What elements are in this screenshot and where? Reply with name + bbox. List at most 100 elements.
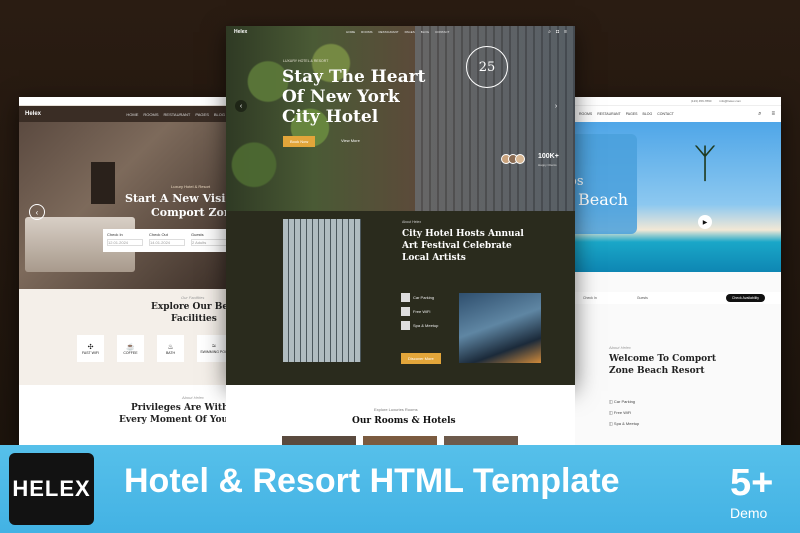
left-checkout-value: 14.01.2024 (149, 239, 185, 246)
left-facilities-small: Our Facilities (181, 295, 205, 300)
left-privileges-section: About Helex Privileges Are With Every Mo… (19, 385, 231, 445)
left-priv-title-1: Privileges Are With (131, 403, 229, 413)
right-feature-list: ◫ Car Parking ◫ Free WiFi ◫ Spa & Meetup (609, 399, 639, 426)
left-demo-preview: Helex HOME ROOMS RESTAURANT PAGES BLOG ‹… (19, 97, 231, 445)
wifi-icon: ✣ (87, 343, 94, 351)
facility-bath[interactable]: ♨ BATH (157, 335, 184, 362)
about-title-3: Local Artists (402, 253, 466, 263)
facility-wifi[interactable]: ✣ FAST WIFI (77, 335, 104, 362)
parking-icon: ◫ (609, 399, 613, 404)
left-hero-title-1: Start A New Visi (125, 192, 226, 205)
left-nav-menu: HOME ROOMS RESTAURANT PAGES BLOG (126, 112, 225, 117)
right-menu-icon[interactable]: ≡ (771, 111, 775, 118)
left-brand[interactable]: Helex (25, 111, 41, 117)
left-guests-value: 2 Adults (191, 239, 227, 246)
right-email[interactable]: info@helex.com (719, 99, 741, 103)
left-guests-field[interactable]: Guests 2 Adults (191, 232, 227, 249)
bath-icon: ♨ (167, 343, 174, 351)
lamp-image (91, 162, 115, 204)
facility-pool-label: SWIMMING POO (200, 350, 228, 354)
left-hero-title-2: Comport Zon (151, 206, 231, 219)
left-checkin-label: Check In (107, 232, 123, 237)
parking-icon (401, 293, 410, 302)
left-nav-home[interactable]: HOME (126, 112, 138, 117)
facility-coffee-label: COFFEE (123, 350, 138, 355)
right-feature-spa: Spa & Meetup (613, 421, 640, 426)
left-priv-title-2: Every Moment Of Your (119, 415, 231, 425)
right-feature-wifi: Free WiFi (613, 410, 632, 415)
view-more-link[interactable]: View More (341, 138, 360, 143)
stat-number: 100K+ (538, 153, 559, 160)
left-prev-arrow[interactable]: ‹ (29, 204, 45, 220)
center-nav-restaurant[interactable]: RESTAURANT (379, 30, 399, 34)
center-hero-small: LUXURY HOTEL & RESORT (283, 59, 329, 63)
center-nav-rooms[interactable]: ROOMS (361, 30, 372, 34)
banner-title: Hotel & Resort HTML Template (124, 462, 620, 500)
menu-icon[interactable]: ≡ (564, 29, 567, 35)
left-nav-blog[interactable]: BLOG (214, 112, 225, 117)
discover-more-button[interactable]: Discover More (401, 353, 441, 364)
right-guests-field[interactable]: Guests (637, 296, 648, 300)
left-checkin-field[interactable]: Check In 12.01.2024 (107, 232, 143, 249)
center-nav-pages[interactable]: PAGES (405, 30, 415, 34)
book-now-button[interactable]: Book Now (283, 136, 316, 147)
right-search-icon[interactable]: ⌕ (758, 111, 761, 118)
left-navbar: Helex HOME ROOMS RESTAURANT PAGES BLOG (19, 106, 231, 122)
right-hero-title-2: Beach (578, 190, 629, 209)
center-hero-title-1: Stay The Heart (282, 67, 426, 87)
cart-icon[interactable]: ◘ (556, 29, 559, 35)
feature-list: Car Parking Free WiFi Spa & Meetup (401, 293, 438, 335)
center-brand[interactable]: Helex (234, 29, 247, 35)
right-checkin-field[interactable]: Check In (583, 296, 597, 300)
right-nav-restaurant[interactable]: RESTAURANT (597, 112, 620, 116)
center-next-arrow[interactable]: › (550, 100, 562, 112)
helex-logo: HELEX (9, 453, 94, 525)
right-feature-parking: Car Parking (613, 399, 636, 404)
right-nav-menu: ROOMS RESTAURANT PAGES BLOG CONTACT (579, 112, 674, 116)
facility-coffee[interactable]: ☕ COFFEE (117, 335, 144, 362)
glass-building-image (459, 293, 541, 363)
center-nav-home[interactable]: HOME (346, 30, 355, 34)
about-small: About Helex (402, 220, 422, 224)
left-checkout-field[interactable]: Check Out 14.01.2024 (149, 232, 185, 249)
lobby-image (283, 219, 361, 362)
left-topbar (19, 97, 231, 106)
about-title-2: Art Festival Celebrate (402, 241, 512, 251)
center-navbar: Helex HOME ROOMS RESTAURANT PAGES BLOG C… (226, 26, 575, 38)
right-play-button[interactable]: ▶ (698, 215, 712, 229)
search-icon[interactable]: ⌕ (548, 29, 551, 35)
rooms-title: Our Rooms & Hotels (352, 416, 456, 426)
left-nav-pages[interactable]: PAGES (195, 112, 209, 117)
left-nav-rooms[interactable]: ROOMS (143, 112, 158, 117)
feature-parking: Car Parking (401, 293, 438, 302)
feature-spa: Spa & Meetup (401, 321, 438, 330)
right-nav-contact[interactable]: CONTACT (657, 112, 674, 116)
demo-label: Demo (730, 505, 768, 521)
right-nav-pages[interactable]: PAGES (626, 112, 638, 116)
right-navbar: ROOMS RESTAURANT PAGES BLOG CONTACT ⌕ ≡ (573, 106, 781, 122)
anniversary-badge: 25 (466, 46, 508, 88)
right-demo-preview: (123) 456-7890 info@helex.com ROOMS REST… (573, 97, 781, 445)
left-guests-label: Guests (191, 232, 204, 237)
right-nav-rooms[interactable]: ROOMS (579, 112, 592, 116)
left-checkout-label: Check Out (149, 232, 168, 237)
left-nav-restaurant[interactable]: RESTAURANT (164, 112, 191, 117)
left-facilities-title-2: Facilities (171, 314, 217, 324)
wifi-icon: ◫ (609, 410, 613, 415)
demo-count: 5+ (730, 462, 774, 504)
center-prev-arrow[interactable]: ‹ (235, 100, 247, 112)
feature-parking-label: Car Parking (413, 295, 435, 300)
spa-icon: ◫ (609, 421, 613, 426)
right-check-button[interactable]: Check Availability (725, 294, 765, 302)
right-phone[interactable]: (123) 456-7890 (691, 99, 712, 103)
facility-wifi-label: FAST WIFI (81, 350, 100, 355)
feature-spa-label: Spa & Meetup (413, 323, 439, 328)
coffee-icon: ☕ (126, 343, 135, 351)
right-about-title-2: Zone Beach Resort (609, 366, 705, 376)
center-nav-blog[interactable]: BLOG (421, 30, 429, 34)
feature-wifi-label: Free WiFi (413, 309, 431, 314)
center-about-section: About Helex City Hotel Hosts Annual Art … (226, 211, 575, 385)
center-demo-preview: Helex HOME ROOMS RESTAURANT PAGES BLOG C… (226, 26, 575, 385)
center-nav-contact[interactable]: CONTACT (435, 30, 449, 34)
right-nav-blog[interactable]: BLOG (643, 112, 653, 116)
